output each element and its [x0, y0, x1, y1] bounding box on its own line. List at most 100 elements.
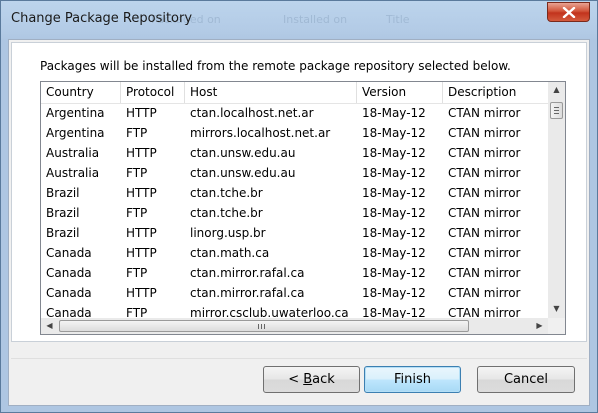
cell-protocol: FTP	[126, 306, 148, 318]
cell-host: ctan.mirror.rafal.ca	[190, 286, 305, 300]
horizontal-scrollbar[interactable]: ◀ ▶	[41, 318, 548, 334]
cell-description: CTAN mirror	[448, 206, 521, 220]
title-bar[interactable]: Packaged on Installed on Title Change Pa…	[1, 1, 597, 39]
cell-protocol: HTTP	[126, 226, 157, 240]
vertical-scrollbar[interactable]: ▲ ▼	[548, 82, 565, 318]
column-header-host[interactable]: Host	[185, 82, 357, 103]
cell-protocol: FTP	[126, 206, 148, 220]
cell-version: 18-May-12	[362, 266, 426, 280]
cell-version: 18-May-12	[362, 126, 426, 140]
cell-description: CTAN mirror	[448, 286, 521, 300]
repository-table: Country Protocol Host Version Descriptio…	[41, 82, 548, 318]
back-button-mnemonic: B	[303, 372, 313, 387]
cell-country: Australia	[46, 146, 100, 160]
table-header: Country Protocol Host Version Descriptio…	[41, 82, 548, 104]
scroll-left-icon[interactable]: ◀	[41, 321, 58, 330]
table-row[interactable]: Argentina FTP mirrors.localhost.net.ar 18-M…	[41, 123, 548, 143]
cell-country: Brazil	[46, 206, 80, 220]
cell-version: 18-May-12	[362, 226, 426, 240]
cell-host: ctan.unsw.edu.au	[190, 166, 296, 180]
horizontal-scroll-thumb[interactable]	[59, 320, 469, 332]
column-header-version[interactable]: Version	[357, 82, 443, 103]
cell-country: Canada	[46, 306, 92, 318]
cell-country: Canada	[46, 286, 92, 300]
scrollbar-corner	[548, 318, 565, 334]
cell-description: CTAN mirror	[448, 146, 521, 160]
vertical-scroll-thumb[interactable]	[550, 102, 563, 119]
scroll-down-icon[interactable]: ▼	[548, 304, 565, 313]
instruction-text: Packages will be installed from the remo…	[40, 59, 511, 73]
cell-protocol: HTTP	[126, 246, 157, 260]
cell-protocol: FTP	[126, 126, 148, 140]
cell-host: ctan.unsw.edu.au	[190, 146, 296, 160]
window-title: Change Package Repository	[11, 11, 193, 26]
cell-description: CTAN mirror	[448, 126, 521, 140]
table-row[interactable]: Australia FTP ctan.unsw.edu.au 18-May-12 CTA…	[41, 163, 548, 183]
cell-description: CTAN mirror	[448, 266, 521, 280]
cancel-button[interactable]: Cancel	[477, 366, 575, 393]
table-row[interactable]: Canada FTP mirror.csclub.uwaterloo.ca 18-Ma…	[41, 303, 548, 318]
dialog-client-area: Packages will be installed from the remo…	[8, 39, 590, 406]
scroll-right-icon[interactable]: ▶	[531, 321, 548, 330]
cell-description: CTAN mirror	[448, 306, 521, 318]
cell-country: Canada	[46, 266, 92, 280]
back-button-prefix: <	[288, 372, 304, 387]
back-button-rest: ack	[312, 372, 335, 387]
cell-host: ctan.math.ca	[190, 246, 270, 260]
cell-description: CTAN mirror	[448, 186, 521, 200]
repository-panel: Packages will be installed from the remo…	[11, 42, 587, 342]
ghost-header-title: Title	[386, 13, 410, 26]
cell-version: 18-May-12	[362, 206, 426, 220]
cell-version: 18-May-12	[362, 186, 426, 200]
cell-description: CTAN mirror	[448, 166, 521, 180]
cell-protocol: HTTP	[126, 146, 157, 160]
cell-protocol: FTP	[126, 266, 148, 280]
cell-country: Australia	[46, 166, 100, 180]
close-button[interactable]	[547, 2, 590, 22]
cell-protocol: FTP	[126, 166, 148, 180]
cell-protocol: HTTP	[126, 106, 157, 120]
cell-host: ctan.localhost.net.ar	[190, 106, 314, 120]
cell-version: 18-May-12	[362, 286, 426, 300]
finish-button[interactable]: Finish	[364, 366, 461, 393]
cell-protocol: HTTP	[126, 286, 157, 300]
table-row[interactable]: Canada HTTP ctan.mirror.rafal.ca 18-May-12 C…	[41, 283, 548, 303]
repository-list[interactable]: Country Protocol Host Version Descriptio…	[40, 81, 566, 335]
scroll-up-icon[interactable]: ▲	[548, 85, 565, 94]
cell-host: linorg.usp.br	[190, 226, 266, 240]
cell-version: 18-May-12	[362, 166, 426, 180]
cell-description: CTAN mirror	[448, 106, 521, 120]
back-button[interactable]: < Back	[263, 366, 360, 393]
cell-description: CTAN mirror	[448, 226, 521, 240]
table-body: Argentina HTTP ctan.localhost.net.ar 18-May…	[41, 103, 548, 318]
table-row[interactable]: Australia HTTP ctan.unsw.edu.au 18-May-12 CT…	[41, 143, 548, 163]
cell-country: Argentina	[46, 126, 105, 140]
table-row[interactable]: Brazil FTP ctan.tche.br 18-May-12 CTAN mirro…	[41, 203, 548, 223]
close-icon	[562, 7, 576, 18]
dialog-window: Packaged on Installed on Title Change Pa…	[0, 0, 598, 413]
cell-host: ctan.tche.br	[190, 206, 263, 220]
cell-version: 18-May-12	[362, 146, 426, 160]
cell-country: Brazil	[46, 226, 80, 240]
cell-host: ctan.tche.br	[190, 186, 263, 200]
column-header-country[interactable]: Country	[41, 82, 121, 103]
cell-country: Brazil	[46, 186, 80, 200]
cell-host: mirror.csclub.uwaterloo.ca	[190, 306, 349, 318]
cell-host: mirrors.localhost.net.ar	[190, 126, 331, 140]
button-separator	[11, 358, 587, 359]
cell-version: 18-May-12	[362, 246, 426, 260]
ghost-header-installed: Installed on	[283, 13, 348, 26]
table-row[interactable]: Argentina HTTP ctan.localhost.net.ar 18-May…	[41, 103, 548, 123]
column-header-description[interactable]: Description	[443, 82, 548, 103]
cell-description: CTAN mirror	[448, 246, 521, 260]
cell-version: 18-May-12	[362, 306, 426, 318]
table-row[interactable]: Brazil HTTP linorg.usp.br 18-May-12 CTAN mir…	[41, 223, 548, 243]
cell-protocol: HTTP	[126, 186, 157, 200]
column-header-protocol[interactable]: Protocol	[121, 82, 185, 103]
table-row[interactable]: Canada HTTP ctan.math.ca 18-May-12 CTAN mirr…	[41, 243, 548, 263]
cell-version: 18-May-12	[362, 106, 426, 120]
cell-country: Argentina	[46, 106, 105, 120]
table-row[interactable]: Brazil HTTP ctan.tche.br 18-May-12 CTAN mirr…	[41, 183, 548, 203]
table-row[interactable]: Canada FTP ctan.mirror.rafal.ca 18-May-12 CT…	[41, 263, 548, 283]
cell-country: Canada	[46, 246, 92, 260]
